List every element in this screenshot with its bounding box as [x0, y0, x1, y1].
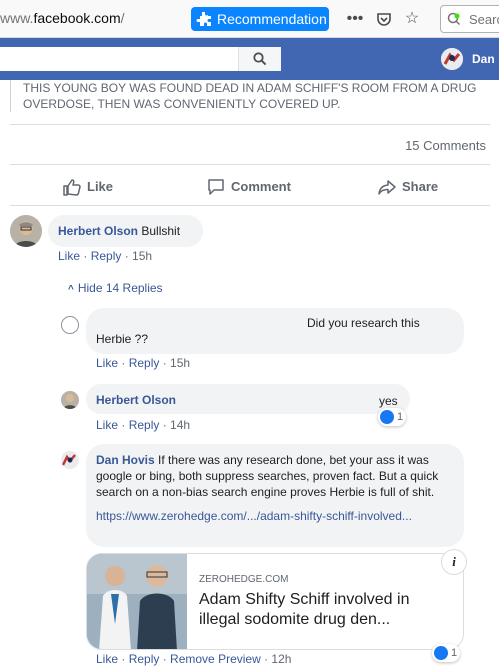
search-icon [253, 52, 267, 66]
reply-time[interactable]: 12h [271, 652, 291, 666]
reaction-count[interactable]: 1 [432, 644, 460, 662]
reply-time[interactable]: 15h [170, 356, 190, 370]
user-name: Dan [472, 52, 495, 66]
reply-link[interactable]: https://www.zerohedge.com/.../adam-shift… [96, 508, 454, 524]
reply-meta: Like · Reply · 15h [96, 356, 191, 370]
post-text: THIS YOUNG BOY WAS FOUND DEAD IN ADAM SC… [10, 80, 480, 112]
like-label: Like [87, 179, 114, 194]
like-reaction-icon [380, 410, 394, 424]
link-preview-title: Adam Shifty Schiff involved in illegal s… [199, 591, 410, 628]
reply-bubble: Dan Hovis If there was any research done… [86, 444, 464, 547]
comment-text: Bullshit [141, 224, 181, 238]
remove-preview-link[interactable]: Remove Preview [170, 652, 261, 666]
reply-avatar[interactable] [61, 391, 79, 409]
share-icon [378, 180, 396, 195]
url-bar[interactable]: www.facebook.com/ [0, 10, 125, 26]
reply-text-line1: Did you research this [307, 316, 420, 330]
reply-reply-link[interactable]: Reply [129, 356, 160, 370]
more-actions-icon[interactable]: ••• [345, 9, 365, 29]
thumbs-up-icon [63, 179, 81, 196]
link-preview-image [87, 554, 187, 649]
reply-meta: Like · Reply · Remove Preview · 12h [96, 652, 292, 666]
reply-avatar[interactable] [61, 316, 79, 334]
url-suffix: / [120, 10, 125, 26]
reply-avatar[interactable] [61, 451, 79, 469]
reply-meta: Like · Reply · 14h [96, 418, 191, 432]
reply-like-link[interactable]: Like [96, 418, 118, 432]
pocket-icon[interactable] [374, 9, 394, 29]
reply-bubble: Did you research this Herbie ?? [86, 308, 464, 354]
commenter-avatar[interactable] [10, 215, 42, 247]
reply-reply-link[interactable]: Reply [129, 652, 160, 666]
url-domain: facebook.com [33, 10, 121, 26]
reaction-number: 1 [451, 647, 458, 659]
comment-like-link[interactable]: Like [58, 249, 80, 263]
comment-time[interactable]: 15h [132, 249, 152, 263]
comment-label: Comment [231, 179, 291, 194]
divider [10, 164, 490, 165]
reply-text-line2: Herbie ?? [96, 332, 149, 346]
puzzle-icon [196, 12, 211, 26]
reply-bubble: Herbert Olson yes [86, 384, 410, 414]
recommendation-button[interactable]: Recommendation [191, 7, 329, 31]
comment-reply-link[interactable]: Reply [91, 249, 122, 263]
link-preview-domain: ZEROHEDGE.COM [199, 574, 289, 585]
reaction-count[interactable]: 1 [378, 408, 406, 426]
facebook-top-bar: Dan [0, 38, 499, 80]
reply-like-link[interactable]: Like [96, 356, 118, 370]
reply-reply-link[interactable]: Reply [129, 418, 160, 432]
divider [10, 124, 490, 125]
comment-author[interactable]: Herbert Olson [58, 224, 138, 238]
facebook-search-button[interactable] [238, 47, 281, 71]
reaction-number: 1 [397, 411, 404, 423]
browser-search-box[interactable]: Search [440, 5, 499, 33]
browser-search-placeholder: Search [469, 12, 499, 27]
hide-replies-label: Hide 14 Replies [77, 281, 163, 295]
facebook-search-input[interactable] [0, 47, 281, 71]
search-engine-icon [447, 12, 461, 26]
reply-author[interactable]: Dan Hovis [96, 453, 155, 467]
reply-author[interactable]: Herbert Olson [96, 392, 176, 408]
comment-bubble: Herbert Olson Bullshit [48, 215, 203, 247]
bookmark-star-icon[interactable]: ☆ [402, 9, 422, 29]
user-avatar [441, 48, 463, 70]
reply-text: yes [379, 394, 398, 408]
url-prefix: www. [0, 10, 34, 26]
comment-icon [208, 179, 224, 195]
comment-meta: Like · Reply · 15h [58, 249, 153, 263]
divider [10, 205, 490, 206]
hide-replies-link[interactable]: ^ Hide 14 Replies [68, 281, 163, 295]
browser-toolbar: www.facebook.com/ Recommendation ••• ☆ S… [0, 0, 499, 38]
link-preview-card[interactable]: ZEROHEDGE.COM Adam Shifty Schiff involve… [86, 553, 464, 650]
comments-count[interactable]: 15 Comments [405, 138, 486, 153]
chevron-up-icon: ^ [68, 284, 74, 295]
share-label: Share [402, 179, 439, 194]
reply-time[interactable]: 14h [170, 418, 190, 432]
recommendation-label: Recommendation [217, 11, 327, 27]
reply-like-link[interactable]: Like [96, 652, 118, 666]
info-icon[interactable]: i [441, 549, 467, 575]
like-reaction-icon [434, 646, 448, 660]
